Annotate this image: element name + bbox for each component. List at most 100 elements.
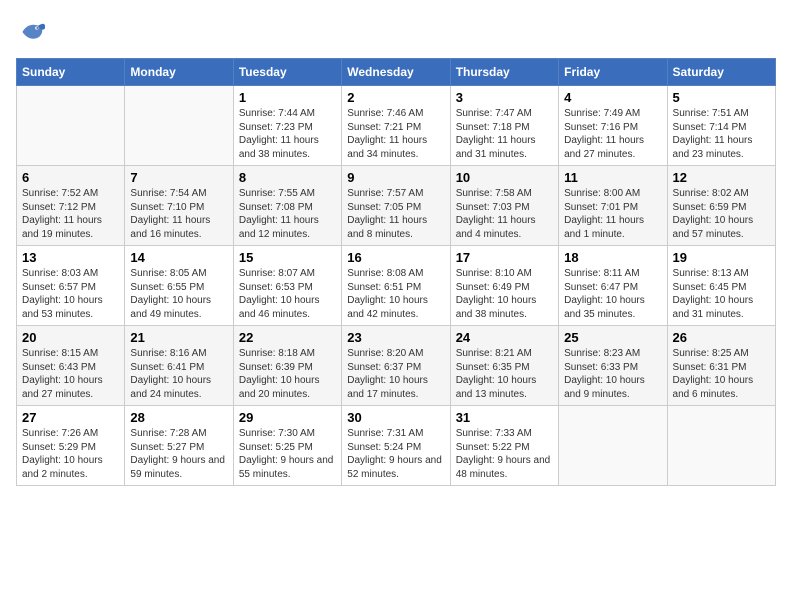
- day-number: 30: [347, 410, 444, 425]
- day-info: Sunrise: 7:55 AM Sunset: 7:08 PM Dayligh…: [239, 187, 336, 241]
- day-info: Sunrise: 8:10 AM Sunset: 6:49 PM Dayligh…: [456, 267, 553, 321]
- day-number: 3: [456, 90, 553, 105]
- calendar-cell: 11 Sunrise: 8:00 AM Sunset: 7:01 PM Dayli…: [559, 166, 667, 246]
- calendar-table: SundayMondayTuesdayWednesdayThursdayFrid…: [16, 58, 776, 486]
- day-info: Sunrise: 8:25 AM Sunset: 6:31 PM Dayligh…: [673, 347, 770, 401]
- day-number: 11: [564, 170, 661, 185]
- calendar-cell: 18 Sunrise: 8:11 AM Sunset: 6:47 PM Dayli…: [559, 246, 667, 326]
- calendar-cell: 10 Sunrise: 7:58 AM Sunset: 7:03 PM Dayli…: [450, 166, 558, 246]
- day-info: Sunrise: 7:47 AM Sunset: 7:18 PM Dayligh…: [456, 107, 553, 161]
- day-info: Sunrise: 7:58 AM Sunset: 7:03 PM Dayligh…: [456, 187, 553, 241]
- day-info: Sunrise: 7:57 AM Sunset: 7:05 PM Dayligh…: [347, 187, 444, 241]
- header-sunday: Sunday: [17, 59, 125, 86]
- day-info: Sunrise: 8:20 AM Sunset: 6:37 PM Dayligh…: [347, 347, 444, 401]
- calendar-cell: 2Sunrise: 7:46 AM Sunset: 7:21 PM Daylig…: [342, 86, 450, 166]
- day-number: 20: [22, 330, 119, 345]
- calendar-week-1: 1Sunrise: 7:44 AM Sunset: 7:23 PM Daylig…: [17, 86, 776, 166]
- calendar-cell: 16 Sunrise: 8:08 AM Sunset: 6:51 PM Dayli…: [342, 246, 450, 326]
- day-number: 8: [239, 170, 336, 185]
- header-friday: Friday: [559, 59, 667, 86]
- day-info: Sunrise: 8:05 AM Sunset: 6:55 PM Dayligh…: [130, 267, 227, 321]
- day-number: 16: [347, 250, 444, 265]
- calendar-cell: 30 Sunrise: 7:31 AM Sunset: 5:24 PM Dayli…: [342, 406, 450, 486]
- day-info: Sunrise: 7:52 AM Sunset: 7:12 PM Dayligh…: [22, 187, 119, 241]
- calendar-cell: 3 Sunrise: 7:47 AM Sunset: 7:18 PM Daylig…: [450, 86, 558, 166]
- logo-icon: [16, 16, 48, 48]
- day-number: 1: [239, 90, 336, 105]
- day-number: 15: [239, 250, 336, 265]
- day-info: Sunrise: 8:00 AM Sunset: 7:01 PM Dayligh…: [564, 187, 661, 241]
- day-info: Sunrise: 8:02 AM Sunset: 6:59 PM Dayligh…: [673, 187, 770, 241]
- day-info: Sunrise: 8:08 AM Sunset: 6:51 PM Dayligh…: [347, 267, 444, 321]
- day-number: 17: [456, 250, 553, 265]
- day-info: Sunrise: 8:03 AM Sunset: 6:57 PM Dayligh…: [22, 267, 119, 321]
- calendar-cell: 23 Sunrise: 8:20 AM Sunset: 6:37 PM Dayli…: [342, 326, 450, 406]
- day-number: 27: [22, 410, 119, 425]
- day-number: 9: [347, 170, 444, 185]
- day-number: 24: [456, 330, 553, 345]
- day-info: Sunrise: 8:07 AM Sunset: 6:53 PM Dayligh…: [239, 267, 336, 321]
- day-info: Sunrise: 7:28 AM Sunset: 5:27 PM Dayligh…: [130, 427, 227, 481]
- day-number: 7: [130, 170, 227, 185]
- day-number: 23: [347, 330, 444, 345]
- calendar-cell: 31Sunrise: 7:33 AM Sunset: 5:22 PM Dayli…: [450, 406, 558, 486]
- header-saturday: Saturday: [667, 59, 775, 86]
- day-number: 18: [564, 250, 661, 265]
- day-info: Sunrise: 8:16 AM Sunset: 6:41 PM Dayligh…: [130, 347, 227, 401]
- calendar-cell: 7Sunrise: 7:54 AM Sunset: 7:10 PM Daylig…: [125, 166, 233, 246]
- calendar-header-row: SundayMondayTuesdayWednesdayThursdayFrid…: [17, 59, 776, 86]
- day-number: 10: [456, 170, 553, 185]
- calendar-cell: 15 Sunrise: 8:07 AM Sunset: 6:53 PM Dayli…: [233, 246, 341, 326]
- day-info: Sunrise: 8:18 AM Sunset: 6:39 PM Dayligh…: [239, 347, 336, 401]
- calendar-cell: 29Sunrise: 7:30 AM Sunset: 5:25 PM Dayli…: [233, 406, 341, 486]
- calendar-cell: 5 Sunrise: 7:51 AM Sunset: 7:14 PM Daylig…: [667, 86, 775, 166]
- header-thursday: Thursday: [450, 59, 558, 86]
- calendar-cell: 13 Sunrise: 8:03 AM Sunset: 6:57 PM Dayli…: [17, 246, 125, 326]
- calendar-week-4: 20 Sunrise: 8:15 AM Sunset: 6:43 PM Dayli…: [17, 326, 776, 406]
- calendar-cell: 14 Sunrise: 8:05 AM Sunset: 6:55 PM Dayli…: [125, 246, 233, 326]
- calendar-cell: 20 Sunrise: 8:15 AM Sunset: 6:43 PM Dayli…: [17, 326, 125, 406]
- day-number: 21: [130, 330, 227, 345]
- day-number: 6: [22, 170, 119, 185]
- day-number: 25: [564, 330, 661, 345]
- day-number: 19: [673, 250, 770, 265]
- calendar-week-2: 6 Sunrise: 7:52 AM Sunset: 7:12 PM Daylig…: [17, 166, 776, 246]
- logo: [16, 16, 52, 48]
- day-number: 5: [673, 90, 770, 105]
- calendar-cell: 28 Sunrise: 7:28 AM Sunset: 5:27 PM Dayli…: [125, 406, 233, 486]
- calendar-cell: 27 Sunrise: 7:26 AM Sunset: 5:29 PM Dayli…: [17, 406, 125, 486]
- day-number: 4: [564, 90, 661, 105]
- calendar-cell: 4 Sunrise: 7:49 AM Sunset: 7:16 PM Daylig…: [559, 86, 667, 166]
- day-number: 28: [130, 410, 227, 425]
- calendar-cell: 19Sunrise: 8:13 AM Sunset: 6:45 PM Dayli…: [667, 246, 775, 326]
- header-tuesday: Tuesday: [233, 59, 341, 86]
- day-info: Sunrise: 7:31 AM Sunset: 5:24 PM Dayligh…: [347, 427, 444, 481]
- day-info: Sunrise: 7:30 AM Sunset: 5:25 PM Dayligh…: [239, 427, 336, 481]
- day-info: Sunrise: 7:26 AM Sunset: 5:29 PM Dayligh…: [22, 427, 119, 481]
- day-info: Sunrise: 7:49 AM Sunset: 7:16 PM Dayligh…: [564, 107, 661, 161]
- day-info: Sunrise: 8:11 AM Sunset: 6:47 PM Dayligh…: [564, 267, 661, 321]
- calendar-cell: 26 Sunrise: 8:25 AM Sunset: 6:31 PM Dayli…: [667, 326, 775, 406]
- calendar-cell: 22 Sunrise: 8:18 AM Sunset: 6:39 PM Dayli…: [233, 326, 341, 406]
- day-number: 2: [347, 90, 444, 105]
- calendar-cell: [667, 406, 775, 486]
- calendar-cell: 8 Sunrise: 7:55 AM Sunset: 7:08 PM Daylig…: [233, 166, 341, 246]
- day-info: Sunrise: 7:51 AM Sunset: 7:14 PM Dayligh…: [673, 107, 770, 161]
- calendar-cell: 21 Sunrise: 8:16 AM Sunset: 6:41 PM Dayli…: [125, 326, 233, 406]
- day-number: 14: [130, 250, 227, 265]
- calendar-week-5: 27 Sunrise: 7:26 AM Sunset: 5:29 PM Dayli…: [17, 406, 776, 486]
- day-number: 22: [239, 330, 336, 345]
- calendar-cell: [559, 406, 667, 486]
- header-wednesday: Wednesday: [342, 59, 450, 86]
- calendar-cell: [125, 86, 233, 166]
- day-number: 26: [673, 330, 770, 345]
- header-monday: Monday: [125, 59, 233, 86]
- calendar-cell: 25Sunrise: 8:23 AM Sunset: 6:33 PM Dayli…: [559, 326, 667, 406]
- day-info: Sunrise: 8:15 AM Sunset: 6:43 PM Dayligh…: [22, 347, 119, 401]
- day-number: 12: [673, 170, 770, 185]
- calendar-cell: 24Sunrise: 8:21 AM Sunset: 6:35 PM Dayli…: [450, 326, 558, 406]
- page-header: [16, 16, 776, 48]
- day-number: 13: [22, 250, 119, 265]
- calendar-week-3: 13 Sunrise: 8:03 AM Sunset: 6:57 PM Dayli…: [17, 246, 776, 326]
- calendar-cell: [17, 86, 125, 166]
